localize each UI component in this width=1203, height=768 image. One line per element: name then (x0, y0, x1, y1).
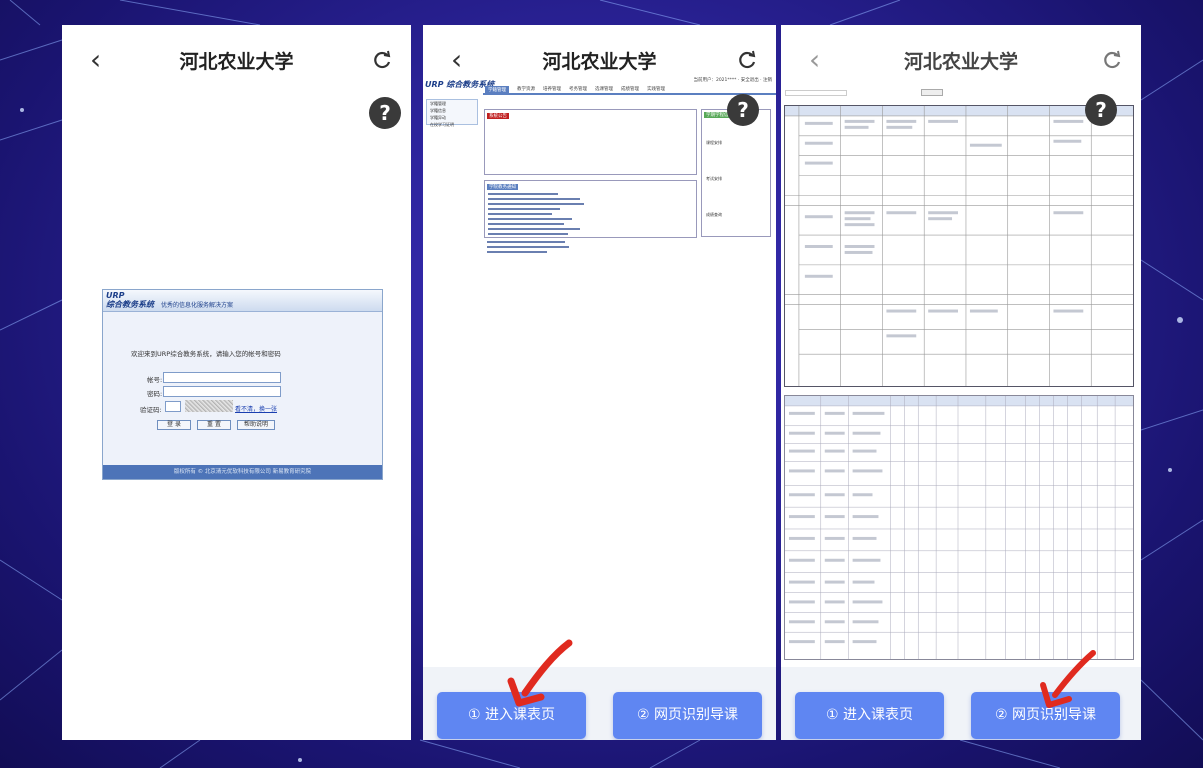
notice-link[interactable] (487, 241, 565, 243)
help-icon[interactable]: ? (369, 97, 401, 129)
captcha-refresh-link[interactable]: 看不清，换一张 (235, 404, 277, 413)
captcha-image[interactable] (185, 400, 233, 412)
user-info: 当前用户：2021**** · 安全退出 · 注销 (693, 78, 772, 83)
welcome-text: 欢迎来到URP综合教务系统，请输入您的帐号和密码 (131, 350, 281, 358)
notice-link[interactable] (487, 246, 569, 248)
help-button[interactable]: 帮助说明 (237, 420, 275, 430)
urp-tab[interactable]: 教学资源 (517, 86, 535, 92)
login-header: URP 综合教务系统 优秀的信息化服务解决方案 (103, 290, 382, 312)
account-label: 帐号: (147, 376, 163, 384)
reset-button[interactable]: 重 置 (197, 420, 231, 430)
login-button[interactable]: 登 录 (157, 420, 191, 430)
term-info-item[interactable]: 课程安排 (706, 140, 722, 146)
notice-link[interactable] (488, 218, 572, 220)
urp-tab[interactable]: 选课管理 (595, 86, 613, 92)
timetable-webview (781, 73, 1141, 733)
term-info-item[interactable]: 成绩查询 (706, 212, 722, 218)
sidebar-item[interactable]: 学籍信息 (430, 108, 474, 114)
notice-link[interactable] (488, 233, 568, 235)
red-arrow-icon (507, 639, 573, 707)
notice-title: 系统公告 (487, 113, 509, 119)
help-icon[interactable]: ? (727, 94, 759, 126)
page-title: 河北农业大学 (903, 51, 1018, 73)
course-list-table (784, 395, 1134, 660)
sidebar-item[interactable]: 学籍管理 (430, 101, 474, 107)
red-arrow-icon (1040, 650, 1096, 708)
captcha-input[interactable] (165, 401, 181, 412)
password-input[interactable] (163, 386, 281, 397)
enter-timetable-button[interactable]: ① 进入课表页 (795, 692, 944, 739)
refresh-icon[interactable] (371, 49, 393, 71)
notice-link[interactable] (488, 193, 558, 195)
urp-sidebar: 学籍管理 学籍信息 学籍异动 在校学习证明 (426, 99, 478, 128)
refresh-icon[interactable] (736, 49, 758, 71)
notice-link[interactable] (488, 223, 564, 225)
notice-list-title: 学院教务通知 (487, 184, 518, 190)
phone-screen-timetable: ‹ 河北农业大学 ? ① 进入课表页 ② 网页识别导课 (781, 25, 1141, 740)
sidebar-item[interactable]: 在校学习证明 (430, 122, 474, 128)
term-info-box: 学期学程信息 课程安排 考试安排 成绩查询 (701, 109, 771, 237)
urp-tab[interactable]: 实践管理 (647, 86, 665, 92)
urp-tab[interactable]: 培养管理 (543, 86, 561, 92)
notice-box: 系统公告 (484, 109, 697, 175)
notice-link[interactable] (488, 228, 580, 230)
notice-link[interactable] (488, 198, 580, 200)
page-title: 河北农业大学 (179, 51, 294, 73)
urp-tab[interactable]: 考务管理 (569, 86, 587, 92)
term-select[interactable] (785, 90, 847, 96)
urp-login-webview: URP 综合教务系统 优秀的信息化服务解决方案 欢迎来到URP综合教务系统，请输入… (102, 289, 383, 480)
sidebar-item[interactable]: 学籍异动 (430, 115, 474, 121)
login-footer: 版权所有 © 北京清元优软科技有限公司 新易教育研究院 (103, 465, 382, 479)
urp-logo: URP 综合教务系统 (106, 291, 154, 309)
web-import-button[interactable]: ② 网页识别导课 (613, 692, 762, 739)
help-icon[interactable]: ? (1085, 94, 1117, 126)
captcha-label: 验证码: (140, 406, 162, 414)
nav-header: ‹ 河北农业大学 (62, 25, 411, 95)
password-label: 密码: (147, 390, 163, 398)
urp-tab[interactable]: 学籍管理 (485, 86, 509, 94)
weekly-timetable-grid (784, 105, 1134, 387)
account-input[interactable] (163, 372, 281, 383)
login-subtitle: 优秀的信息化服务解决方案 (161, 302, 234, 309)
urp-home-webview: URP 综合教务系统 当前用户：2021**** · 安全退出 · 注销 学籍管… (423, 73, 776, 273)
notice-link[interactable] (488, 203, 584, 205)
notice-link[interactable] (488, 213, 552, 215)
page-title: 河北农业大学 (542, 51, 657, 73)
query-button[interactable] (921, 89, 943, 96)
term-info-item[interactable]: 考试安排 (706, 176, 722, 182)
login-body: 欢迎来到URP综合教务系统，请输入您的帐号和密码 帐号: 密码: 验证码: 看不… (103, 312, 382, 465)
urp-tab[interactable]: 成绩管理 (621, 86, 639, 92)
phone-screen-urp-home: ‹ 河北农业大学 URP 综合教务系统 当前用户：2021**** · 安全退出… (423, 25, 776, 740)
notice-link[interactable] (487, 251, 547, 253)
phone-screen-login: ‹ 河北农业大学 ? URP 综合教务系统 优秀的信息化服务解决方案 欢迎来到UR… (62, 25, 411, 740)
notice-list-box: 学院教务通知 (484, 180, 697, 238)
refresh-icon[interactable] (1101, 49, 1123, 71)
urp-tabbar: 学籍管理 教学资源 培养管理 考务管理 选课管理 成绩管理 实践管理 (483, 85, 776, 95)
notice-link[interactable] (488, 208, 560, 210)
